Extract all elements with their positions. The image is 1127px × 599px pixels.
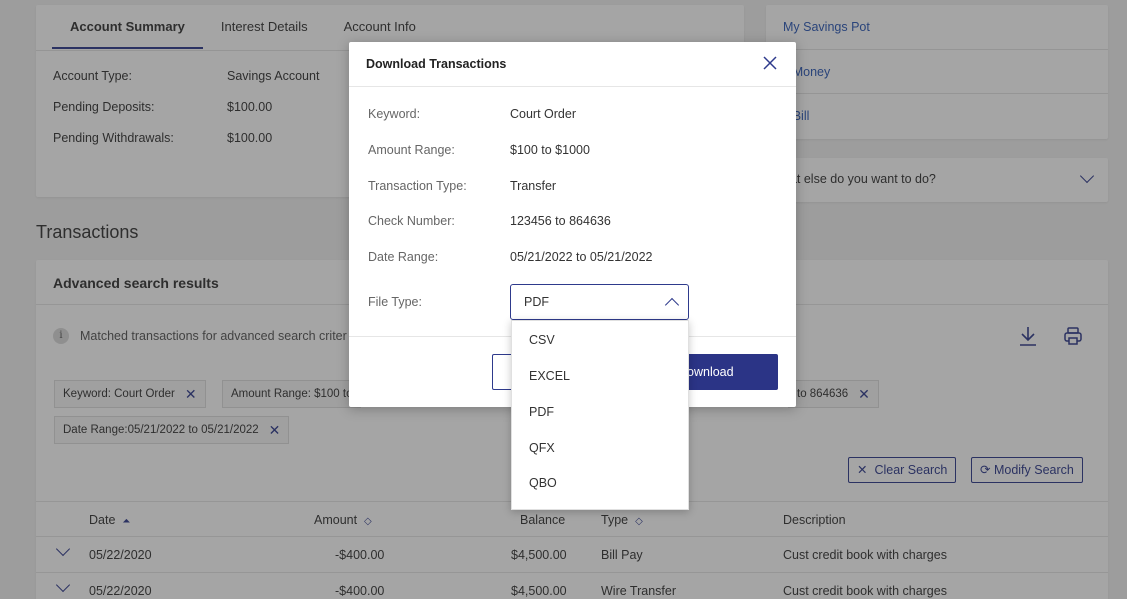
file-type-selected: PDF xyxy=(524,295,549,309)
option-excel[interactable]: EXCEL xyxy=(529,369,570,383)
date-range-label: Date Range: xyxy=(368,250,439,264)
keyword-label: Keyword: xyxy=(368,107,421,121)
check-number-value: 123456 to 864636 xyxy=(510,214,611,228)
modal-title: Download Transactions xyxy=(366,57,507,71)
check-number-label: Check Number: xyxy=(368,214,455,228)
option-csv[interactable]: CSV xyxy=(529,333,555,347)
keyword-value: Court Order xyxy=(510,107,576,121)
close-icon[interactable] xyxy=(761,54,779,72)
amount-range-value: $100 to $1000 xyxy=(510,143,590,157)
transaction-type-value: Transfer xyxy=(510,179,557,193)
amount-range-label: Amount Range: xyxy=(368,143,455,157)
divider xyxy=(349,86,796,87)
date-range-value: 05/21/2022 to 05/21/2022 xyxy=(510,250,653,264)
chevron-up-icon xyxy=(664,297,680,313)
file-type-label: File Type: xyxy=(368,295,422,309)
option-qfx[interactable]: QFX xyxy=(529,441,555,455)
transaction-type-label: Transaction Type: xyxy=(368,179,467,193)
option-pdf[interactable]: PDF xyxy=(529,405,554,419)
option-qbo[interactable]: QBO xyxy=(529,476,557,490)
file-type-select[interactable]: PDF xyxy=(510,284,689,320)
file-type-options: CSV EXCEL PDF QFX QBO xyxy=(511,320,689,510)
